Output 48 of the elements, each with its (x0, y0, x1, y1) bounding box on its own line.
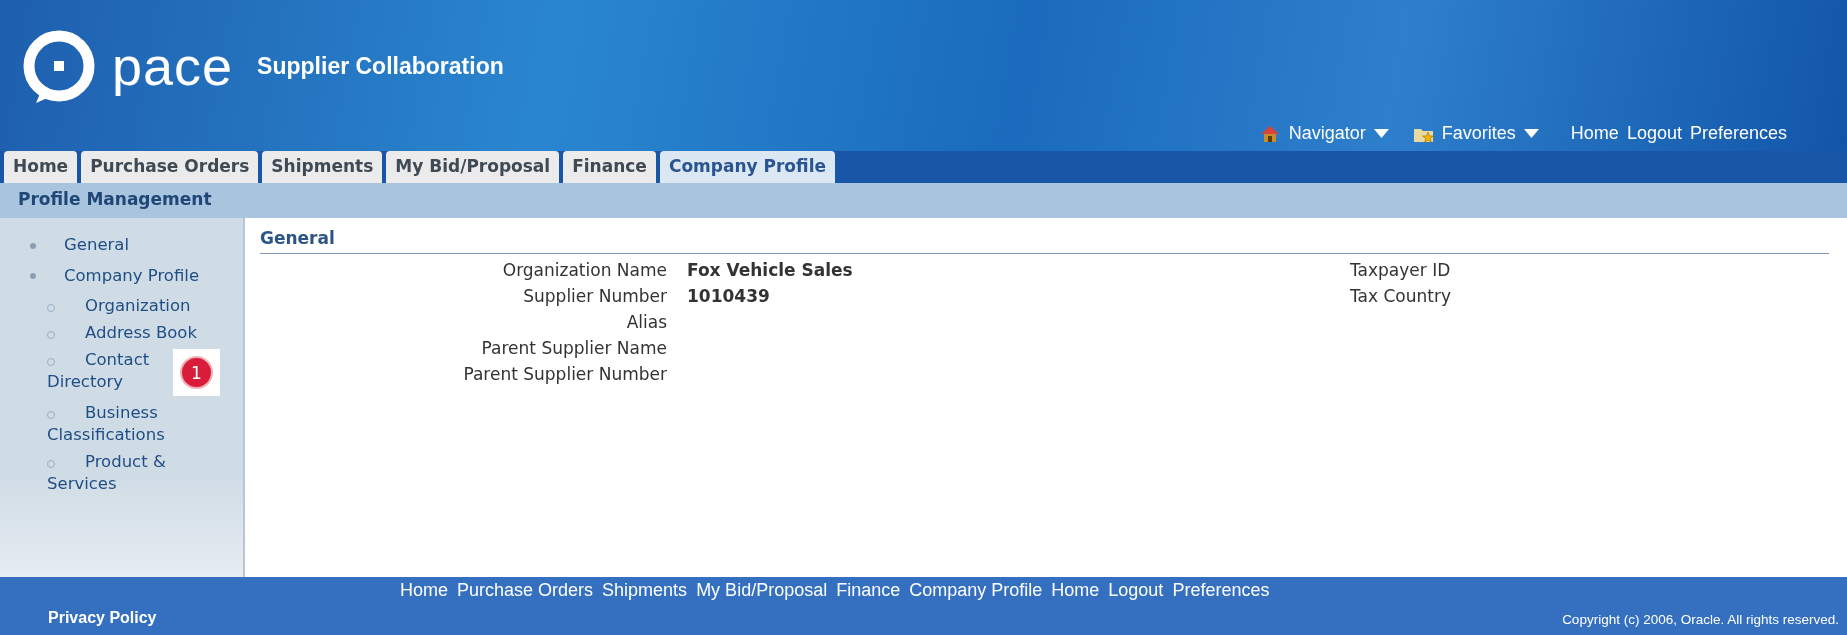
footer-link[interactable]: Preferences (1172, 577, 1270, 604)
header-link[interactable]: Logout (1626, 119, 1682, 147)
footer-link[interactable]: Company Profile (909, 577, 1043, 604)
caret-icon (1373, 128, 1389, 138)
footer-link[interactable]: Home (1051, 577, 1100, 604)
header-link[interactable]: Preferences (1689, 119, 1787, 147)
sidebar-link[interactable]: Product & Services (47, 451, 212, 495)
field-label: Tax Country (1350, 285, 1451, 306)
house-icon (1259, 123, 1281, 143)
footer-link[interactable]: Purchase Orders (457, 577, 594, 604)
logo-icon (22, 29, 96, 103)
footer-link[interactable]: Shipments (602, 577, 688, 604)
field-label: Taxpayer ID (1350, 259, 1451, 280)
footer-link[interactable]: Finance (836, 577, 901, 604)
menu-link[interactable]: Favorites (1412, 119, 1539, 147)
section-title: General (260, 226, 1829, 254)
footer-link[interactable]: Logout (1108, 577, 1164, 604)
sidebar-link[interactable]: Contact Directory (47, 349, 167, 393)
copyright-text: Copyright (c) 2006, Oracle. All rights reserved. (1562, 610, 1840, 629)
sidebar-link[interactable]: General (64, 235, 130, 254)
tab[interactable]: Shipments (262, 151, 383, 183)
sidebar-link[interactable]: Business Classifications (47, 402, 212, 446)
footer-link[interactable]: Home (400, 577, 448, 604)
app-title: Supplier Collaboration (257, 51, 504, 81)
privacy-link[interactable]: Privacy Policy (0, 606, 157, 630)
tab[interactable]: Company Profile (659, 151, 835, 183)
tab[interactable]: Finance (563, 151, 656, 183)
field-label: Alias (625, 310, 667, 334)
sidebar-link[interactable]: Address Book (47, 321, 212, 344)
field-label: Parent Supplier Number (462, 362, 667, 386)
menu-link[interactable]: Navigator (1259, 119, 1389, 147)
bullet-icon (30, 242, 36, 249)
tab[interactable]: My Bid/Proposal (386, 151, 560, 183)
footer-link[interactable]: My Bid/Proposal (696, 577, 828, 604)
tab[interactable]: Purchase Orders (81, 151, 259, 183)
bullet-icon (30, 273, 36, 280)
section-bar: Profile Management (0, 183, 1847, 218)
field-label: Supplier Number (522, 284, 667, 308)
sidebar-link[interactable]: Organization (47, 294, 212, 316)
field-value: 1010439 (686, 284, 770, 308)
header-link[interactable]: Home (1570, 119, 1619, 147)
tab[interactable]: Home (4, 151, 78, 183)
caret-icon (1523, 128, 1539, 138)
callout-badge: 1 (173, 349, 220, 397)
field-label: Parent Supplier Name (480, 336, 667, 360)
field-value: Fox Vehicle Sales (686, 258, 853, 282)
sidebar-link[interactable]: Company Profile (64, 265, 200, 285)
field-label: Organization Name (501, 258, 667, 282)
